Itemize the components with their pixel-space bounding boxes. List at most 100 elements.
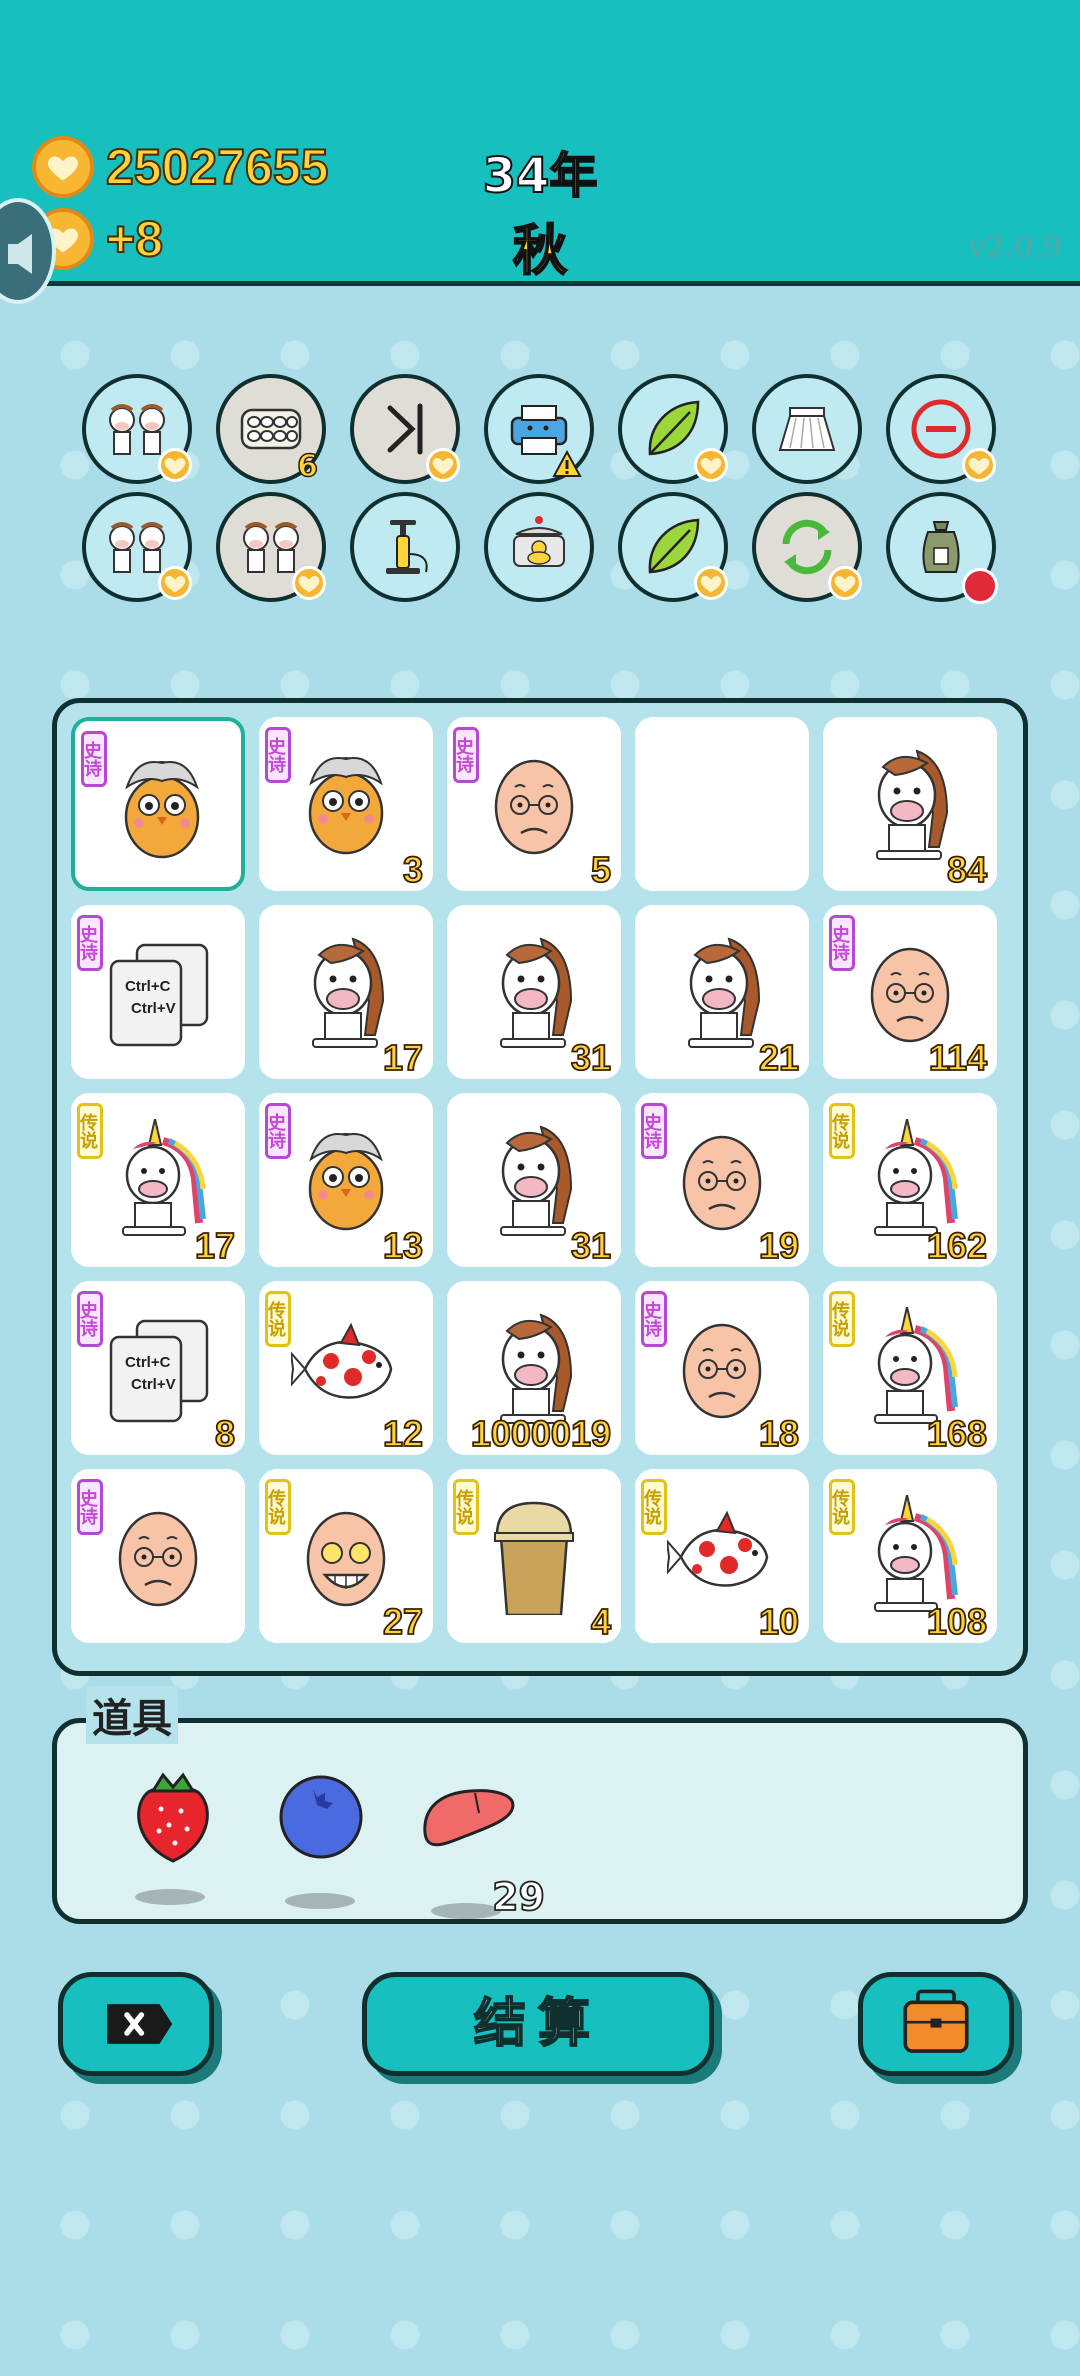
- board-cell[interactable]: 史诗: [71, 717, 245, 891]
- board-cell[interactable]: 21: [635, 905, 809, 1079]
- cell-value: 5: [590, 848, 612, 891]
- board-cell[interactable]: 史诗: [71, 1469, 245, 1643]
- board-cell[interactable]: 史诗 18: [635, 1281, 809, 1455]
- top-bar: 25027655 +8 34年 秋 v2.0.9: [0, 0, 1080, 286]
- skill-skirt[interactable]: [752, 374, 862, 484]
- board-cell[interactable]: 31: [447, 1093, 621, 1267]
- shadow: [431, 1903, 501, 1919]
- cell-value: 10: [758, 1600, 800, 1643]
- cell-value: 12: [382, 1412, 424, 1455]
- board-cell[interactable]: 史诗 5: [447, 717, 621, 891]
- cell-value: 168: [926, 1412, 988, 1455]
- old-man-icon: [667, 1307, 777, 1427]
- cell-value: 21: [758, 1036, 800, 1079]
- old-man-icon: [103, 1495, 213, 1615]
- skill-skip[interactable]: [350, 374, 460, 484]
- cell-value: 1000019: [470, 1412, 612, 1455]
- skill-no-entry[interactable]: [886, 374, 996, 484]
- board-cell[interactable]: 传说 4: [447, 1469, 621, 1643]
- shadow: [135, 1889, 205, 1905]
- board-cell[interactable]: 史诗 19: [635, 1093, 809, 1267]
- backpack-button[interactable]: [858, 1972, 1014, 2076]
- copy-paste-icon: Ctrl+C Ctrl+V: [103, 1307, 213, 1427]
- unicorn-icon: [855, 1118, 965, 1239]
- settle-button[interactable]: 结算: [362, 1972, 714, 2076]
- board-cell[interactable]: 传说 27: [259, 1469, 433, 1643]
- blueberry-icon: [279, 1775, 363, 1859]
- board-cell[interactable]: 31: [447, 905, 621, 1079]
- board-cell[interactable]: [635, 717, 809, 891]
- skill-leaf[interactable]: [618, 374, 728, 484]
- svg-text:Ctrl+V: Ctrl+V: [131, 1000, 176, 1017]
- cell-value: 108: [926, 1600, 988, 1643]
- heart-badge-icon: [694, 566, 728, 600]
- rarity-tag: 史诗: [641, 1291, 667, 1347]
- skirt-icon: [778, 407, 836, 451]
- money-display: 25027655: [32, 136, 329, 198]
- merge-board: 史诗 史诗 3 史诗 5 84 史诗 Ctrl+C Ctrl+V 17 31 21 史诗 114 传说 17 史…: [52, 698, 1028, 1676]
- cell-value: 3: [402, 848, 424, 891]
- heart-badge-icon: [828, 566, 862, 600]
- skill-two-cows-2[interactable]: [216, 492, 326, 602]
- svg-text:Ctrl+C: Ctrl+C: [125, 1354, 171, 1371]
- rarity-tag: 史诗: [641, 1103, 667, 1159]
- board-cell[interactable]: 传说 168: [823, 1281, 997, 1455]
- tools-panel: 29: [52, 1718, 1028, 1924]
- chick-grandpa-icon: [291, 1119, 401, 1239]
- board-cell[interactable]: 传说 108: [823, 1469, 997, 1643]
- horse-icon: [291, 931, 401, 1051]
- skill-leaf-2[interactable]: [618, 492, 728, 602]
- koi-fish-icon: [289, 1307, 401, 1427]
- board-cell[interactable]: 传说 10: [635, 1469, 809, 1643]
- board-cell[interactable]: 1000019: [447, 1281, 621, 1455]
- rarity-tag: 史诗: [77, 1479, 103, 1535]
- board-cell[interactable]: 传说 162: [823, 1093, 997, 1267]
- skill-refresh[interactable]: [752, 492, 862, 602]
- board-cell[interactable]: 史诗 Ctrl+C Ctrl+V 8: [71, 1281, 245, 1455]
- board-cell[interactable]: 传说 12: [259, 1281, 433, 1455]
- speaker-icon: [8, 234, 32, 274]
- heart-badge-icon: [158, 566, 192, 600]
- board-cell[interactable]: 传说 17: [71, 1093, 245, 1267]
- settle-label: 结算: [473, 1993, 602, 2055]
- tool-strawberry[interactable]: [123, 1765, 223, 1905]
- exit-button[interactable]: [58, 1972, 214, 2076]
- cell-value: 17: [382, 1036, 424, 1079]
- warning-icon: [552, 450, 582, 477]
- liver-icon: [423, 1789, 515, 1847]
- cell-value: 17: [194, 1224, 236, 1267]
- skill-two-cows[interactable]: [82, 492, 192, 602]
- briefcase-icon: [903, 1989, 969, 2053]
- shadow: [285, 1893, 355, 1909]
- skill-two-cows[interactable]: [82, 374, 192, 484]
- skill-egg-tray[interactable]: 6: [216, 374, 326, 485]
- board-cell[interactable]: 史诗 114: [823, 905, 997, 1079]
- sack-icon: [922, 521, 960, 573]
- unicorn-icon: [103, 1118, 213, 1239]
- income-value: +8: [105, 210, 164, 268]
- skill-sack[interactable]: [886, 492, 998, 604]
- board-cell[interactable]: 史诗 3: [259, 717, 433, 891]
- cell-value: 4: [590, 1600, 612, 1643]
- board-cell[interactable]: 84: [823, 717, 997, 891]
- horse-icon: [479, 931, 589, 1051]
- rarity-tag: 传说: [453, 1479, 479, 1535]
- milk-tea-icon: [479, 1495, 589, 1617]
- skill-printer[interactable]: [484, 374, 594, 484]
- tool-blueberry[interactable]: [273, 1769, 373, 1909]
- skill-pump[interactable]: [350, 492, 460, 602]
- cell-value: 19: [758, 1224, 800, 1267]
- tool-liver[interactable]: 29: [419, 1779, 546, 1920]
- old-man-icon: [479, 743, 589, 863]
- unicorn-icon: [855, 1306, 965, 1427]
- rarity-tag: 传说: [265, 1291, 291, 1347]
- rarity-tag: 史诗: [81, 731, 107, 787]
- skill-pot[interactable]: [484, 492, 594, 602]
- board-cell[interactable]: 史诗 13: [259, 1093, 433, 1267]
- rarity-tag: 史诗: [453, 727, 479, 783]
- board-cell[interactable]: 史诗 Ctrl+C Ctrl+V: [71, 905, 245, 1079]
- cell-value: 27: [382, 1600, 424, 1643]
- board-cell[interactable]: 17: [259, 905, 433, 1079]
- rarity-tag: 传说: [829, 1291, 855, 1347]
- heart-badge-icon: [426, 448, 460, 482]
